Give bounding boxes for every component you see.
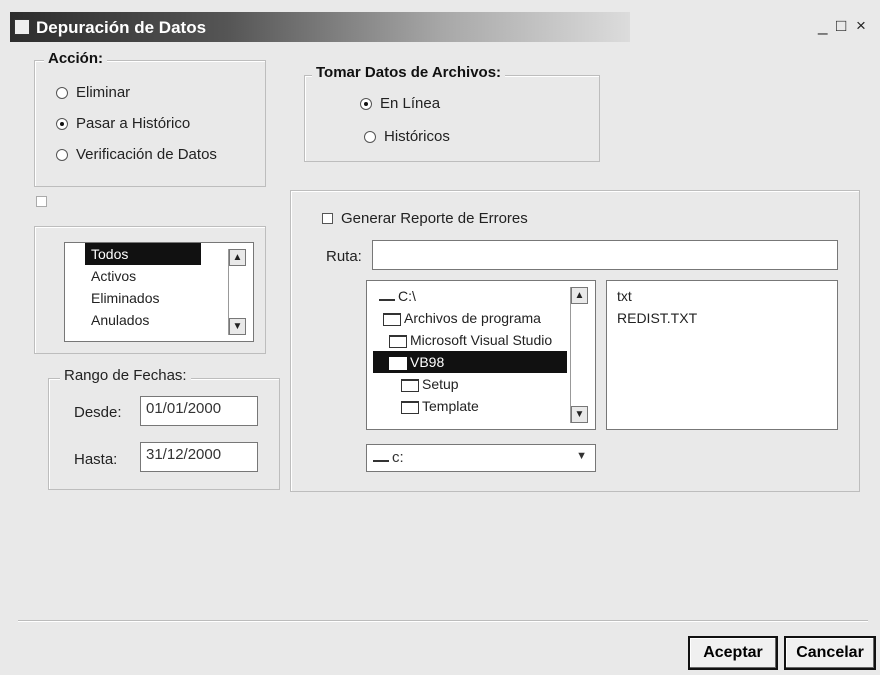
- scroll-up-arrow-icon[interactable]: ▲: [229, 249, 246, 266]
- list-item-todos[interactable]: Todos: [85, 243, 201, 265]
- generar-reporte-checkbox-box: [322, 213, 333, 224]
- window-title: Depuración de Datos: [36, 18, 207, 37]
- app-icon: [14, 19, 30, 35]
- drive-select-value: c:: [392, 449, 404, 466]
- radio-en-linea-label: En Línea: [380, 95, 441, 112]
- desde-label: Desde:: [74, 404, 122, 421]
- radio-pasar-historico[interactable]: Pasar a Histórico: [56, 115, 190, 132]
- desde-field[interactable]: 01/01/2000: [140, 396, 258, 426]
- radio-pasar-historico-label: Pasar a Histórico: [76, 115, 191, 132]
- title-bar: Depuración de Datos: [10, 12, 630, 42]
- registros-checkbox[interactable]: [36, 196, 47, 207]
- dir-item[interactable]: Microsoft Visual Studio: [373, 329, 595, 351]
- radio-historicos-label: Históricos: [384, 128, 450, 145]
- drive-select[interactable]: c: ▼: [366, 444, 596, 472]
- scroll-down-arrow-icon[interactable]: ▼: [571, 406, 588, 423]
- ruta-label: Ruta:: [326, 248, 362, 265]
- dir-item[interactable]: C:\: [373, 285, 595, 307]
- directory-scrollbar[interactable]: ▲ ▼: [570, 287, 589, 423]
- file-item[interactable]: txt: [611, 285, 837, 307]
- radio-pasar-historico-dot: [56, 117, 68, 130]
- folder-icon: [401, 378, 419, 392]
- aceptar-button[interactable]: Aceptar: [688, 636, 778, 670]
- minimize-button[interactable]: _: [818, 16, 827, 36]
- radio-eliminar[interactable]: Eliminar: [56, 84, 130, 101]
- drive-icon: [379, 291, 395, 301]
- folder-icon: [401, 400, 419, 414]
- radio-verificacion[interactable]: Verificación de Datos: [56, 146, 217, 163]
- rango-fechas-group: [48, 378, 280, 490]
- dir-item-label: VB98: [410, 354, 445, 370]
- tomar-datos-group: [304, 75, 600, 162]
- accion-legend: Acción:: [44, 50, 108, 67]
- radio-verificacion-label: Verificación de Datos: [76, 146, 217, 163]
- generar-reporte-label: Generar Reporte de Errores: [341, 210, 528, 227]
- scroll-up-arrow-icon[interactable]: ▲: [571, 287, 588, 304]
- radio-en-linea[interactable]: En Línea: [360, 95, 440, 112]
- registros-scrollbar[interactable]: ▲ ▼: [228, 249, 247, 335]
- dir-item-label: Microsoft Visual Studio: [410, 332, 553, 348]
- registros-checkbox-box: [36, 196, 47, 207]
- radio-en-linea-dot: [360, 97, 372, 110]
- maximize-button[interactable]: □: [836, 16, 846, 36]
- hasta-field[interactable]: 31/12/2000: [140, 442, 258, 472]
- hasta-label: Hasta:: [74, 451, 118, 468]
- dir-item-selected[interactable]: VB98: [373, 351, 567, 373]
- radio-eliminar-label: Eliminar: [76, 84, 131, 101]
- rango-fechas-legend: Rango de Fechas:: [60, 367, 191, 384]
- directory-listbox[interactable]: C:\ Archivos de programa Microsoft Visua…: [366, 280, 596, 430]
- file-listbox[interactable]: txt REDIST.TXT: [606, 280, 838, 430]
- dir-item[interactable]: Template: [373, 395, 595, 417]
- chevron-down-icon[interactable]: ▼: [576, 450, 587, 462]
- generar-reporte-checkbox[interactable]: Generar Reporte de Errores: [322, 210, 528, 227]
- radio-eliminar-dot: [56, 86, 68, 99]
- dir-item-label: C:\: [398, 288, 416, 304]
- dir-item-label: Template: [422, 398, 479, 414]
- scroll-down-arrow-icon[interactable]: ▼: [229, 318, 246, 335]
- folder-icon: [389, 334, 407, 348]
- bottom-separator: [18, 620, 868, 622]
- dir-item[interactable]: Setup: [373, 373, 595, 395]
- cancelar-button[interactable]: Cancelar: [784, 636, 876, 670]
- radio-historicos-dot: [364, 130, 376, 143]
- folder-open-icon: [389, 356, 407, 370]
- radio-historicos[interactable]: Históricos: [364, 128, 450, 145]
- ruta-field[interactable]: [372, 240, 838, 270]
- drive-icon: [373, 452, 389, 462]
- folder-icon: [383, 312, 401, 326]
- tomar-datos-legend: Tomar Datos de Archivos:: [312, 64, 506, 81]
- dir-item-label: Archivos de programa: [404, 310, 541, 326]
- dir-item-label: Setup: [422, 376, 459, 392]
- registros-listbox[interactable]: Todos Activos Eliminados Anulados ▲ ▼: [64, 242, 254, 342]
- close-button[interactable]: ×: [856, 16, 866, 36]
- file-item[interactable]: REDIST.TXT: [611, 307, 837, 329]
- dir-item[interactable]: Archivos de programa: [373, 307, 595, 329]
- radio-verificacion-dot: [56, 148, 68, 161]
